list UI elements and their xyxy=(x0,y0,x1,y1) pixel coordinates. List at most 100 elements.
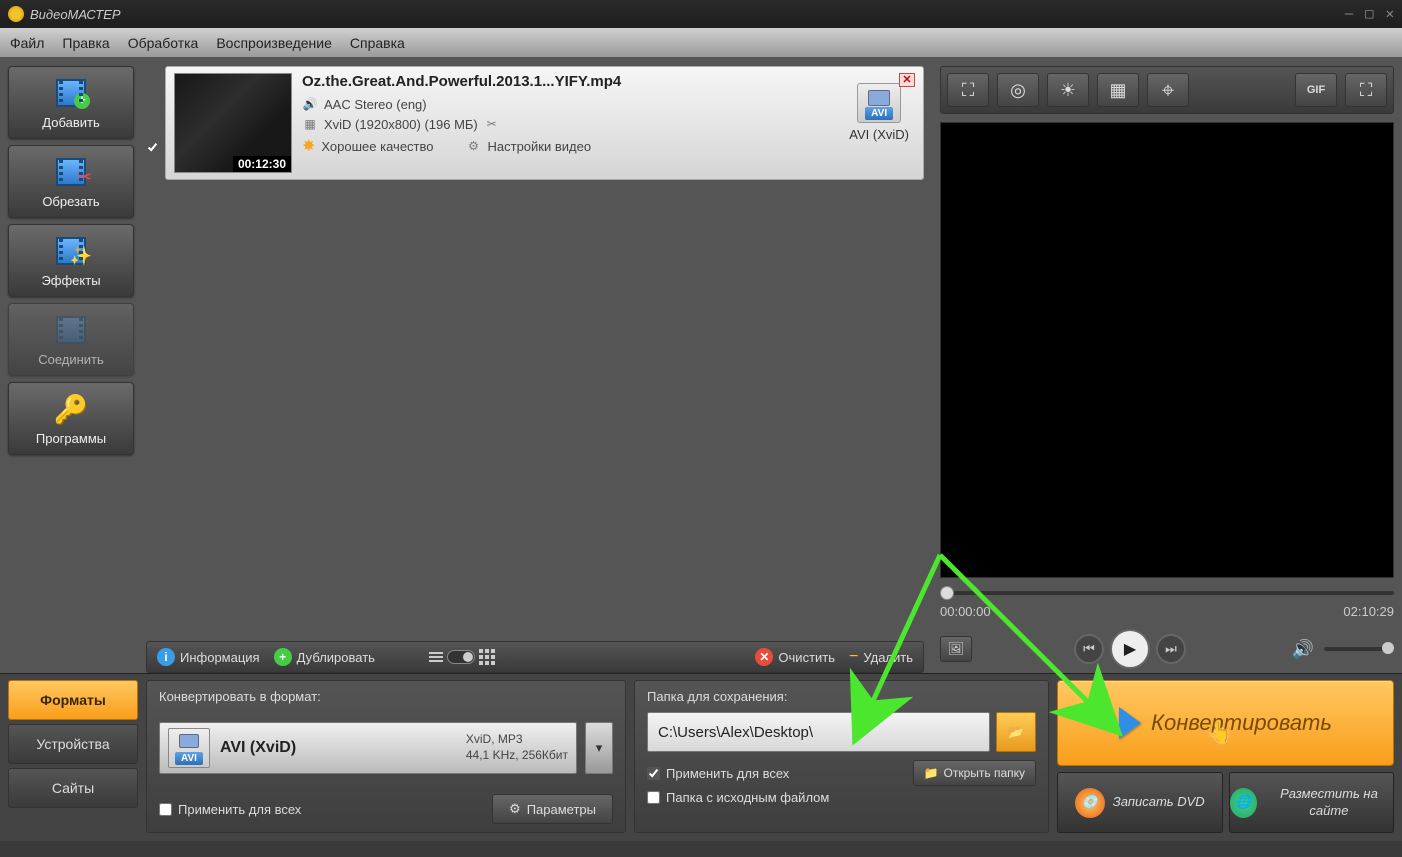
effects-icon: ▦ xyxy=(1109,80,1126,101)
star-icon: ✸ xyxy=(302,136,315,156)
folder-icon: 📂 xyxy=(1008,724,1024,740)
format-dropdown-arrow[interactable]: ▾ xyxy=(585,722,613,774)
mute-button[interactable]: 🔊 xyxy=(1288,634,1318,664)
folder-open-icon: 📁 xyxy=(924,766,939,780)
tool-crop[interactable]: ⛶ xyxy=(947,73,989,107)
tab-devices[interactable]: Устройства xyxy=(8,724,138,764)
globe-icon: 🌐 xyxy=(1230,788,1257,818)
file-video: XviD (1920x800) (196 МБ) xyxy=(324,117,478,132)
gear-icon[interactable]: ⚙ xyxy=(466,138,482,154)
clear-icon: ✕ xyxy=(755,648,773,666)
params-button[interactable]: ⚙Параметры xyxy=(492,794,613,824)
file-audio: AAC Stereo (eng) xyxy=(324,97,427,112)
delete-icon: − xyxy=(849,648,858,666)
gear-icon: ⚙ xyxy=(509,801,521,817)
file-settings-link[interactable]: Настройки видео xyxy=(488,139,592,154)
close-button[interactable]: ✕ xyxy=(1386,6,1394,22)
sidebar-programs[interactable]: 🔑 Программы xyxy=(8,382,134,455)
sidebar-add[interactable]: + Добавить xyxy=(8,66,134,139)
prev-button[interactable]: ⏮ xyxy=(1074,634,1104,664)
file-checkbox[interactable] xyxy=(146,141,159,154)
watermark-icon: ◎ xyxy=(1010,80,1026,101)
actions-column: Конвертировать 💿 Записать DVD 🌐 Размести… xyxy=(1057,680,1394,833)
file-row[interactable]: 00:12:30 Oz.the.Great.And.Powerful.2013.… xyxy=(165,66,924,180)
file-title: Oz.the.Great.And.Powerful.2013.1...YIFY.… xyxy=(302,73,833,90)
file-thumbnail: 00:12:30 xyxy=(174,73,292,173)
dvd-icon: 💿 xyxy=(1075,788,1105,818)
format-icon: AVI xyxy=(168,728,210,768)
format-selector[interactable]: AVI AVI (XviD) XviD, MP3 44,1 KHz, 256Кб… xyxy=(159,722,577,774)
speaker-icon: 🔊 xyxy=(302,96,318,112)
info-icon: i xyxy=(157,648,175,666)
preview-pane: ⛶ ◎ ☀ ▦ 𖦏 GIF ⛶ 00:00:00 02:10:29 🖼 ⏮ ▶ … xyxy=(932,66,1402,673)
tool-fullscreen[interactable]: ⛶ xyxy=(1345,73,1387,107)
plus-icon: + xyxy=(274,648,292,666)
toolbar-clear[interactable]: ✕Очистить xyxy=(755,648,835,666)
scissors-icon[interactable]: ✂ xyxy=(484,116,500,132)
tool-gif[interactable]: GIF xyxy=(1295,73,1337,107)
maximize-button[interactable]: □ xyxy=(1365,6,1373,22)
format-apply-all[interactable]: Применить для всех xyxy=(159,802,301,817)
film-fx-icon: ✨ xyxy=(56,237,86,265)
speed-icon: 𖦏 xyxy=(1161,78,1174,102)
file-output-format[interactable]: AVI AVI (XviD) xyxy=(843,73,915,173)
title-bar: ВидеоМАСТЕР — □ ✕ xyxy=(0,0,1402,28)
tool-watermark[interactable]: ◎ xyxy=(997,73,1039,107)
sidebar-trim[interactable]: ✂ Обрезать xyxy=(8,145,134,218)
bottom-panel: Форматы Устройства Сайты Конвертировать … xyxy=(0,673,1402,841)
menu-file[interactable]: Файл xyxy=(10,35,44,51)
save-panel-label: Папка для сохранения: xyxy=(647,689,1036,704)
save-apply-all[interactable]: Применить для всех xyxy=(647,766,789,781)
open-folder-button[interactable]: 📁Открыть папку xyxy=(913,760,1036,786)
app-title: ВидеоМАСТЕР xyxy=(30,7,121,22)
save-path-input[interactable]: C:\Users\Alex\Desktop\ xyxy=(647,712,990,752)
preview-video[interactable] xyxy=(940,122,1394,578)
film-join-icon xyxy=(56,316,86,344)
preview-toolbar: ⛶ ◎ ☀ ▦ 𖦏 GIF ⛶ xyxy=(940,66,1394,114)
thumbnail-duration: 00:12:30 xyxy=(233,156,291,172)
left-sidebar: + Добавить ✂ Обрезать ✨ Эффекты Соединит… xyxy=(0,66,142,673)
tool-speed[interactable]: 𖦏 xyxy=(1147,73,1189,107)
burn-dvd-button[interactable]: 💿 Записать DVD xyxy=(1057,772,1223,833)
time-total: 02:10:29 xyxy=(1343,604,1394,619)
file-remove-button[interactable]: ✕ xyxy=(899,73,915,87)
toolbar-delete[interactable]: −Удалить xyxy=(849,648,913,666)
menu-process[interactable]: Обработка xyxy=(128,35,199,51)
list-toolbar: iИнформация +Дублировать ✕Очистить −Удал… xyxy=(146,641,924,673)
view-mode-toggle[interactable] xyxy=(429,649,495,665)
save-same-folder[interactable]: Папка с исходным файлом xyxy=(647,790,1036,805)
play-button[interactable]: ▶ xyxy=(1110,629,1150,669)
menu-playback[interactable]: Воспроизведение xyxy=(216,35,332,51)
crop-icon: ⛶ xyxy=(962,80,975,101)
sidebar-effects[interactable]: ✨ Эффекты xyxy=(8,224,134,297)
toolbar-duplicate[interactable]: +Дублировать xyxy=(274,648,375,666)
preview-seek-slider[interactable] xyxy=(940,586,1394,600)
film-add-icon: + xyxy=(56,79,86,107)
key-icon: 🔑 xyxy=(49,391,93,427)
menu-help[interactable]: Справка xyxy=(350,35,405,51)
tool-effects[interactable]: ▦ xyxy=(1097,73,1139,107)
app-icon xyxy=(8,6,24,22)
gif-icon: GIF xyxy=(1307,84,1325,96)
format-panel: Конвертировать в формат: AVI AVI (XviD) … xyxy=(146,680,626,833)
time-current: 00:00:00 xyxy=(940,604,991,619)
volume-slider[interactable] xyxy=(1324,647,1394,651)
snapshot-button[interactable]: 🖼 xyxy=(940,636,972,662)
browse-button[interactable]: 📂 xyxy=(996,712,1036,752)
minimize-button[interactable]: — xyxy=(1345,6,1353,22)
brightness-icon: ☀ xyxy=(1060,80,1076,101)
menu-edit[interactable]: Правка xyxy=(62,35,109,51)
tab-sites[interactable]: Сайты xyxy=(8,768,138,808)
image-icon: 🖼 xyxy=(948,641,965,657)
sidebar-join[interactable]: Соединить xyxy=(8,303,134,376)
next-button[interactable]: ⏭ xyxy=(1156,634,1186,664)
toolbar-info[interactable]: iИнформация xyxy=(157,648,260,666)
publish-button[interactable]: 🌐 Разместить на сайте xyxy=(1229,772,1395,833)
tab-formats[interactable]: Форматы xyxy=(8,680,138,720)
fullscreen-icon: ⛶ xyxy=(1360,80,1373,101)
tool-brightness[interactable]: ☀ xyxy=(1047,73,1089,107)
film-icon: ▦ xyxy=(302,116,318,132)
menu-bar: Файл Правка Обработка Воспроизведение Сп… xyxy=(0,28,1402,58)
film-cut-icon: ✂ xyxy=(56,158,86,186)
save-panel: Папка для сохранения: C:\Users\Alex\Desk… xyxy=(634,680,1049,833)
